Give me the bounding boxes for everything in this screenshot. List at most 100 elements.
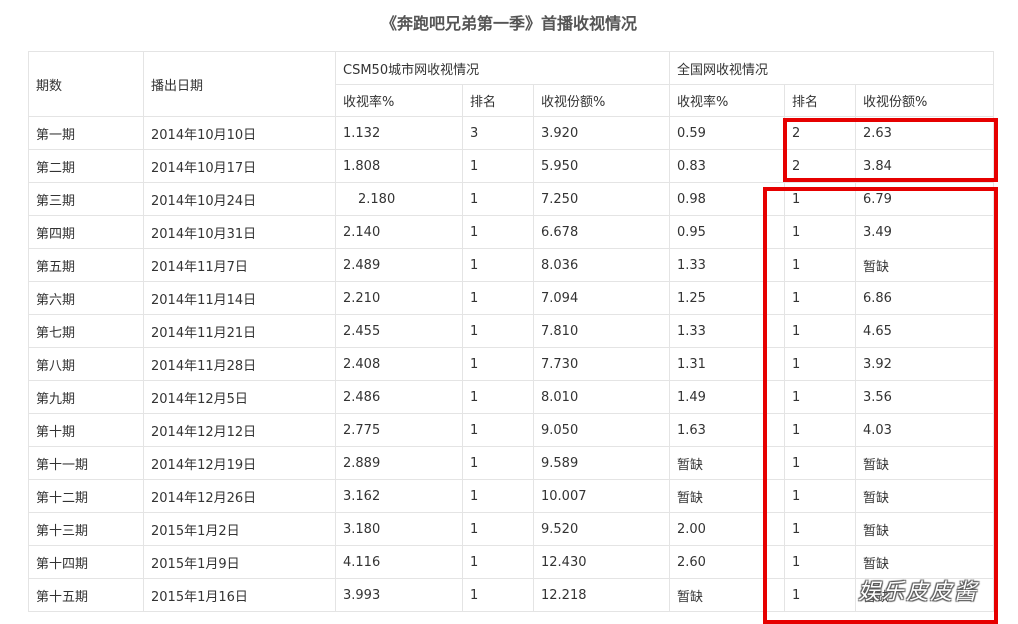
cell-episode: 第六期 (28, 281, 144, 315)
table-row: 第十四期 2015年1月9日 4.116 1 12.430 2.60 1 暂缺 (28, 545, 994, 579)
cell-csm50-share: 12.218 (533, 578, 670, 612)
header-csm50-share: 收视份额% (533, 84, 670, 117)
cell-national-rating: 0.95 (669, 215, 785, 249)
cell-csm50-rating: 2.408 (335, 347, 463, 381)
table-row: 第一期 2014年10月10日 1.132 3 3.920 0.59 2 2.63 (28, 116, 994, 150)
cell-csm50-share: 7.730 (533, 347, 670, 381)
cell-episode: 第一期 (28, 116, 144, 150)
cell-national-rank: 1 (784, 512, 856, 546)
cell-csm50-rating: 2.486 (335, 380, 463, 414)
table-row: 第十五期 2015年1月16日 3.993 1 12.218 暂缺 1 暂缺 (28, 578, 994, 612)
cell-air-date: 2014年12月5日 (143, 380, 336, 414)
table-row: 第五期 2014年11月7日 2.489 1 8.036 1.33 1 暂缺 (28, 248, 994, 282)
cell-national-rating: 1.33 (669, 314, 785, 348)
cell-national-rating: 1.63 (669, 413, 785, 447)
cell-csm50-rating: 4.116 (335, 545, 463, 579)
cell-air-date: 2014年10月17日 (143, 149, 336, 183)
cell-national-rating: 1.25 (669, 281, 785, 315)
cell-csm50-rating: 3.162 (335, 479, 463, 513)
table-row: 第三期 2014年10月24日 2.180 1 7.250 0.98 1 6.79 (28, 182, 994, 216)
cell-air-date: 2014年12月19日 (143, 446, 336, 480)
cell-national-share: 3.56 (855, 380, 994, 414)
cell-episode: 第八期 (28, 347, 144, 381)
cell-national-rank: 1 (784, 347, 856, 381)
cell-csm50-rating: 3.180 (335, 512, 463, 546)
cell-csm50-rank: 1 (462, 215, 534, 249)
cell-csm50-rank: 1 (462, 545, 534, 579)
cell-csm50-share: 6.678 (533, 215, 670, 249)
cell-national-rating: 2.60 (669, 545, 785, 579)
cell-csm50-rating: 2.180 (335, 182, 463, 216)
cell-air-date: 2015年1月9日 (143, 545, 336, 579)
cell-air-date: 2014年11月7日 (143, 248, 336, 282)
header-national-share: 收视份额% (855, 84, 994, 117)
cell-national-rating: 1.49 (669, 380, 785, 414)
cell-national-rank: 2 (784, 116, 856, 150)
cell-csm50-share: 9.520 (533, 512, 670, 546)
cell-air-date: 2015年1月2日 (143, 512, 336, 546)
header-air-date: 播出日期 (143, 51, 336, 117)
cell-episode: 第十一期 (28, 446, 144, 480)
cell-national-share: 6.86 (855, 281, 994, 315)
cell-national-rank: 1 (784, 248, 856, 282)
cell-national-rating: 0.59 (669, 116, 785, 150)
table-row: 第七期 2014年11月21日 2.455 1 7.810 1.33 1 4.65 (28, 314, 994, 348)
cell-national-rank: 1 (784, 446, 856, 480)
cell-csm50-share: 5.950 (533, 149, 670, 183)
cell-national-share: 2.63 (855, 116, 994, 150)
cell-national-rank: 1 (784, 314, 856, 348)
cell-national-rank: 1 (784, 479, 856, 513)
cell-episode: 第四期 (28, 215, 144, 249)
cell-episode: 第十二期 (28, 479, 144, 513)
cell-national-rank: 1 (784, 182, 856, 216)
cell-national-rank: 1 (784, 545, 856, 579)
cell-national-share: 暂缺 (855, 446, 994, 480)
cell-csm50-rank: 1 (462, 380, 534, 414)
cell-national-share: 4.03 (855, 413, 994, 447)
header-csm50-rating: 收视率% (335, 84, 463, 117)
cell-national-share: 3.49 (855, 215, 994, 249)
cell-csm50-share: 9.589 (533, 446, 670, 480)
cell-csm50-rating: 2.889 (335, 446, 463, 480)
table-row: 第八期 2014年11月28日 2.408 1 7.730 1.31 1 3.92 (28, 347, 994, 381)
table-row: 第十一期 2014年12月19日 2.889 1 9.589 暂缺 1 暂缺 (28, 446, 994, 480)
table-row: 第四期 2014年10月31日 2.140 1 6.678 0.95 1 3.49 (28, 215, 994, 249)
cell-csm50-rating: 1.808 (335, 149, 463, 183)
cell-episode: 第十四期 (28, 545, 144, 579)
table-row: 第九期 2014年12月5日 2.486 1 8.010 1.49 1 3.56 (28, 380, 994, 414)
cell-csm50-share: 10.007 (533, 479, 670, 513)
cell-csm50-share: 12.430 (533, 545, 670, 579)
cell-air-date: 2014年11月14日 (143, 281, 336, 315)
cell-national-rating: 暂缺 (669, 479, 785, 513)
table-row: 第十二期 2014年12月26日 3.162 1 10.007 暂缺 1 暂缺 (28, 479, 994, 513)
cell-csm50-rank: 1 (462, 578, 534, 612)
cell-csm50-share: 7.094 (533, 281, 670, 315)
header-group-national: 全国网收视情况 (669, 51, 994, 85)
cell-air-date: 2015年1月16日 (143, 578, 336, 612)
cell-csm50-rating: 2.455 (335, 314, 463, 348)
header-group-csm50: CSM50城市网收视情况 (335, 51, 670, 85)
header-episode: 期数 (28, 51, 144, 117)
cell-national-rank: 1 (784, 578, 856, 612)
cell-csm50-rank: 3 (462, 116, 534, 150)
cell-episode: 第七期 (28, 314, 144, 348)
cell-national-rating: 暂缺 (669, 446, 785, 480)
cell-csm50-rank: 1 (462, 281, 534, 315)
cell-csm50-rating: 2.210 (335, 281, 463, 315)
cell-csm50-rating: 2.775 (335, 413, 463, 447)
cell-episode: 第十五期 (28, 578, 144, 612)
header-national-rank: 排名 (784, 84, 856, 117)
cell-national-share: 暂缺 (855, 248, 994, 282)
cell-national-rank: 2 (784, 149, 856, 183)
cell-national-rank: 1 (784, 281, 856, 315)
cell-csm50-rank: 1 (462, 314, 534, 348)
cell-csm50-rank: 1 (462, 446, 534, 480)
cell-national-share: 暂缺 (855, 479, 994, 513)
cell-csm50-rank: 1 (462, 413, 534, 447)
cell-national-rating: 1.31 (669, 347, 785, 381)
cell-national-share: 6.79 (855, 182, 994, 216)
cell-national-rating: 0.83 (669, 149, 785, 183)
cell-national-share: 3.92 (855, 347, 994, 381)
cell-csm50-rank: 1 (462, 182, 534, 216)
cell-csm50-rating: 2.140 (335, 215, 463, 249)
